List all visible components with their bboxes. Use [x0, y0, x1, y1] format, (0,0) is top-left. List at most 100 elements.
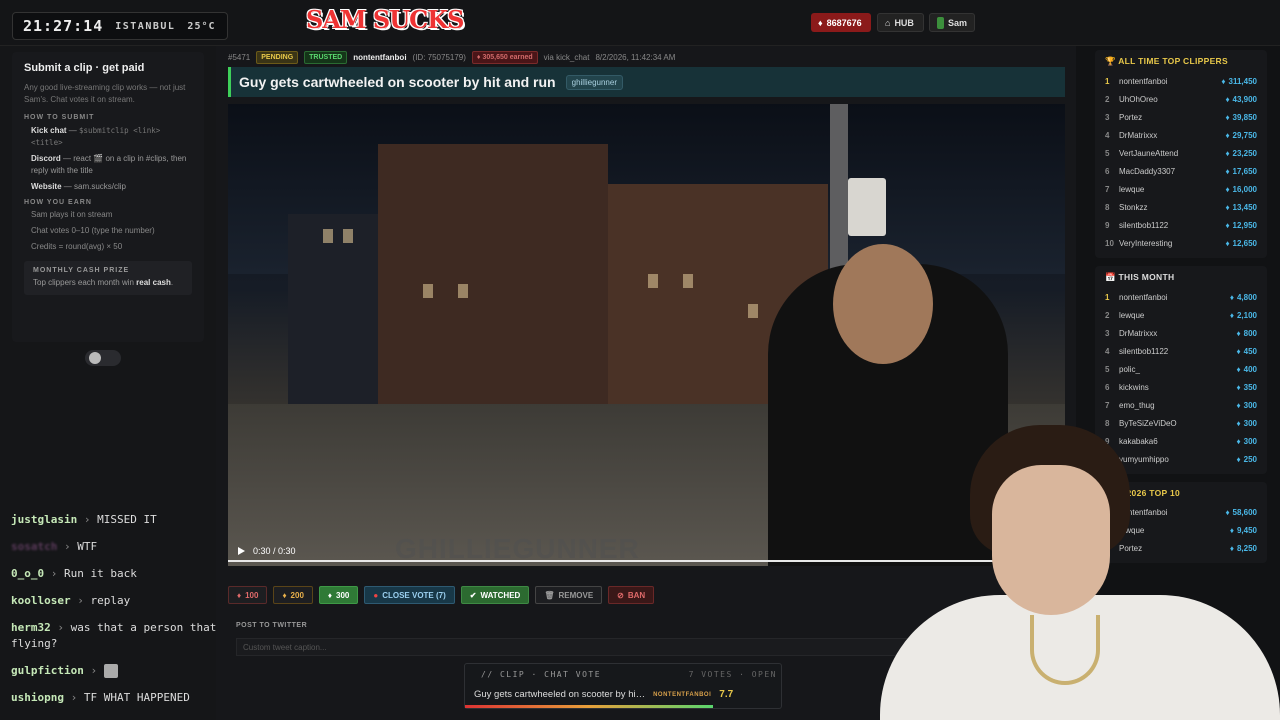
- trash-icon: 🗑: [544, 590, 555, 600]
- submitter-id: (ID: 75075179): [412, 52, 466, 62]
- clipper-name: Portez: [1119, 112, 1143, 122]
- leaderboard-row[interactable]: 9 silentbob1122 ♦ 12,950: [1105, 216, 1257, 234]
- video-window: [683, 274, 693, 288]
- vote-clip-title: Guy gets cartwheeled on scooter by hi…: [474, 689, 646, 700]
- award-200-button[interactable]: ♦ 200: [273, 586, 313, 604]
- chat-text: MISSED IT: [97, 513, 157, 526]
- rank: 4: [1105, 346, 1110, 356]
- toggle-knob: [89, 352, 101, 364]
- award-100-button[interactable]: ♦ 100: [228, 586, 268, 604]
- leaderboard-row[interactable]: 6 MacDaddy3307 ♦ 17,650: [1105, 162, 1257, 180]
- leaderboard-row[interactable]: 6 kickwins ♦ 350: [1105, 378, 1257, 396]
- close-vote-button[interactable]: ● CLOSE VOTE (7): [364, 586, 455, 604]
- gem-icon: ♦: [1225, 112, 1230, 122]
- play-icon[interactable]: [238, 547, 245, 555]
- vote-header-title: // CLIP · CHAT VOTE: [481, 670, 602, 679]
- rank: 4: [1105, 130, 1110, 140]
- clipper-score: 4,800: [1236, 292, 1257, 302]
- calendar-icon: 📅: [1105, 272, 1119, 282]
- award-100-label: 100: [245, 590, 259, 600]
- leaderboard-row[interactable]: 1 nontentfanboi ♦ 311,450: [1105, 72, 1257, 90]
- clip-date: 8/2/2026, 11:42:34 AM: [595, 52, 676, 62]
- vote-header: // CLIP · CHAT VOTE 7 VOTES · OPEN: [481, 670, 777, 679]
- gems-button[interactable]: ♦ 8687676: [811, 13, 871, 32]
- howto-website: Website — sam.sucks/clip: [31, 181, 192, 193]
- cash-prize-text: Top clippers each month win real cash.: [33, 277, 183, 289]
- clip-meta-row: #5471 PENDING TRUSTED nontentfanboi (ID:…: [228, 50, 675, 64]
- ban-icon: ⊘: [617, 590, 624, 600]
- gem-icon: ♦: [282, 590, 287, 600]
- gem-icon: ♦: [1229, 310, 1234, 320]
- vote-score-bar: [465, 705, 713, 708]
- clipper-name: kickwins: [1119, 382, 1149, 392]
- award-300-label: 300: [336, 590, 350, 600]
- vote-score: 7.7: [719, 689, 734, 700]
- award-200-label: 200: [290, 590, 304, 600]
- clipper-name: VeryInteresting: [1119, 238, 1173, 248]
- leaderboard-row[interactable]: 2 lewque ♦ 2,100: [1105, 306, 1257, 324]
- gem-icon: ♦: [327, 590, 332, 600]
- clipper-score: 311,450: [1228, 76, 1257, 86]
- user-menu-button[interactable]: Sam: [929, 13, 975, 32]
- rank: 1: [1105, 76, 1110, 86]
- video-time: 0:30 / 0:30: [253, 546, 296, 556]
- clipper-name: DrMatrixxx: [1119, 130, 1158, 140]
- submit-description: Any good live-streaming clip works — not…: [24, 83, 186, 104]
- ban-button[interactable]: ⊘ BAN: [608, 586, 655, 604]
- clipper-name: lewque: [1119, 310, 1145, 320]
- creator-tag[interactable]: ghilliegunner: [565, 74, 623, 90]
- clipper-name: nontentfanboi: [1119, 292, 1168, 302]
- leaderboard-row[interactable]: 3 Portez ♦ 39,850: [1105, 108, 1257, 126]
- chat-user: ushiopng: [11, 691, 64, 704]
- remove-button[interactable]: 🗑 REMOVE: [535, 586, 603, 604]
- close-vote-label: CLOSE VOTE (7): [382, 590, 446, 600]
- video-sign: [848, 178, 886, 236]
- rank: 2: [1105, 94, 1110, 104]
- clipper-name: nontentfanboi: [1119, 76, 1168, 86]
- webcam-face: [992, 465, 1110, 615]
- gem-icon: ♦: [1236, 328, 1241, 338]
- clock-temp: 25°C: [187, 20, 216, 32]
- website-link[interactable]: — sam.sucks/clip: [64, 182, 126, 191]
- clipper-score: 13,450: [1232, 202, 1257, 212]
- rank: 6: [1105, 166, 1110, 176]
- chat-user: 0_o_0: [11, 567, 45, 580]
- clipper-name: VertJauneAttend: [1119, 148, 1179, 158]
- prize-text-a: Top clippers each month win: [33, 278, 137, 287]
- clip-actions: ♦ 100 ♦ 200 ♦ 300 ● CLOSE VOTE (7) ✔ WATCHED …: [228, 586, 655, 604]
- leaderboard-row[interactable]: 2 UhOhOreo ♦ 43,900: [1105, 90, 1257, 108]
- chat-text: replay: [90, 594, 131, 607]
- leaderboard-row[interactable]: 1 nontentfanboi ♦ 4,800: [1105, 288, 1257, 306]
- leaderboard-row[interactable]: 8 Stonkzz ♦ 13,450: [1105, 198, 1257, 216]
- leaderboard-row[interactable]: 7 emo_thug ♦ 300: [1105, 396, 1257, 414]
- gem-icon: ♦: [1225, 130, 1230, 140]
- clip-title-bar: Guy gets cartwheeled on scooter by hit a…: [228, 67, 1065, 97]
- chat-user: sosatch: [11, 540, 58, 553]
- clipper-score: 2,100: [1236, 310, 1257, 320]
- alltime-title: 🏆 ALL TIME TOP CLIPPERS: [1105, 56, 1257, 67]
- gem-icon: ♦: [237, 590, 242, 600]
- clip-source: via kick_chat: [543, 52, 590, 62]
- clipper-name: lewque: [1119, 184, 1145, 194]
- trophy-icon: 🏆: [1105, 56, 1119, 66]
- gem-icon: ♦: [1225, 148, 1230, 158]
- leaderboard-row[interactable]: 10 VeryInteresting ♦ 12,650: [1105, 234, 1257, 252]
- gems-count: 8687676: [826, 17, 862, 28]
- award-300-button[interactable]: ♦ 300: [318, 586, 359, 604]
- clipper-score: 17,650: [1232, 166, 1257, 176]
- rank: 8: [1105, 202, 1110, 212]
- leaderboard-row[interactable]: 5 polic_ ♦ 400: [1105, 360, 1257, 378]
- leaderboard-row[interactable]: 3 DrMatrixxx ♦ 800: [1105, 324, 1257, 342]
- submitter-name[interactable]: nontentfanboi: [353, 53, 406, 62]
- site-logo[interactable]: SAM SUCKS: [306, 5, 464, 34]
- watched-button[interactable]: ✔ WATCHED: [460, 586, 530, 604]
- hub-button[interactable]: ⌂ HUB: [877, 13, 924, 32]
- theme-toggle[interactable]: [85, 350, 121, 366]
- leaderboard-row[interactable]: 4 silentbob1122 ♦ 450: [1105, 342, 1257, 360]
- leaderboard-row[interactable]: 7 lewque ♦ 16,000: [1105, 180, 1257, 198]
- leaderboard-row[interactable]: 4 DrMatrixxx ♦ 29,750: [1105, 126, 1257, 144]
- chat-text: TF WHAT HAPPENED: [83, 691, 190, 704]
- clipper-score: 350: [1243, 382, 1257, 392]
- cash-prize-box: MONTHLY CASH PRIZE Top clippers each mon…: [24, 261, 192, 295]
- leaderboard-row[interactable]: 5 VertJauneAttend ♦ 23,250: [1105, 144, 1257, 162]
